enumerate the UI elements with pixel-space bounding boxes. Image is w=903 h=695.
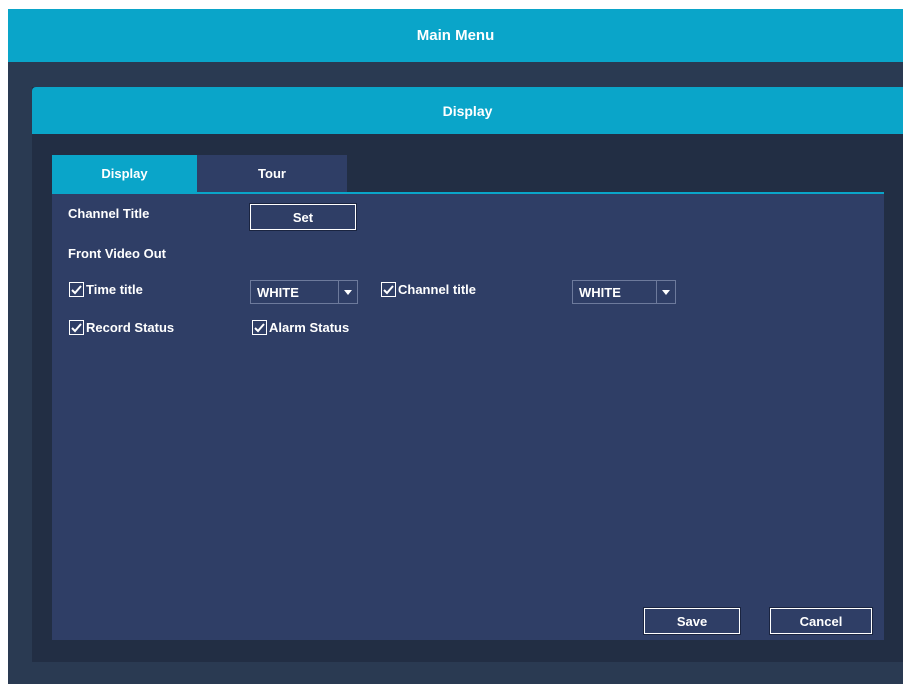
record-status-label: Record Status xyxy=(86,320,175,335)
alarm-status-checkbox[interactable]: Alarm Status xyxy=(252,320,349,335)
channel-title-checkbox[interactable]: Channel title xyxy=(381,282,476,297)
dialog-title: Display xyxy=(32,87,903,134)
channel-title-set-button[interactable]: Set xyxy=(249,203,357,231)
cancel-button[interactable]: Cancel xyxy=(769,607,873,635)
channel-title-label: Channel Title xyxy=(68,206,150,221)
time-title-color-select[interactable]: WHITE xyxy=(250,280,358,304)
save-button[interactable]: Save xyxy=(643,607,741,635)
time-title-checkbox[interactable]: Time title xyxy=(69,282,143,297)
channel-title-color-select[interactable]: WHITE xyxy=(572,280,676,304)
caret-down-icon xyxy=(338,281,357,303)
check-icon xyxy=(252,320,267,335)
check-icon xyxy=(69,282,84,297)
check-icon xyxy=(381,282,396,297)
alarm-status-label: Alarm Status xyxy=(269,320,350,335)
display-settings-panel: Channel Title Set Front Video Out Time t… xyxy=(52,194,884,640)
tab-display[interactable]: Display xyxy=(52,155,197,192)
record-status-checkbox[interactable]: Record Status xyxy=(69,320,174,335)
time-title-color-value: WHITE xyxy=(257,284,299,300)
time-title-label: Time title xyxy=(86,282,143,297)
main-menu-title: Main Menu xyxy=(8,9,903,62)
main-menu-window: Main Menu Display Display Tour Channel T… xyxy=(8,9,903,684)
check-icon xyxy=(69,320,84,335)
display-dialog: Display Display Tour Channel Title Set F… xyxy=(32,87,903,662)
channel-title-color-value: WHITE xyxy=(579,284,621,300)
front-video-out-label: Front Video Out xyxy=(68,246,166,261)
channel-title-check-label: Channel title xyxy=(398,282,477,297)
caret-down-icon xyxy=(656,281,675,303)
tab-tour[interactable]: Tour xyxy=(197,155,347,192)
